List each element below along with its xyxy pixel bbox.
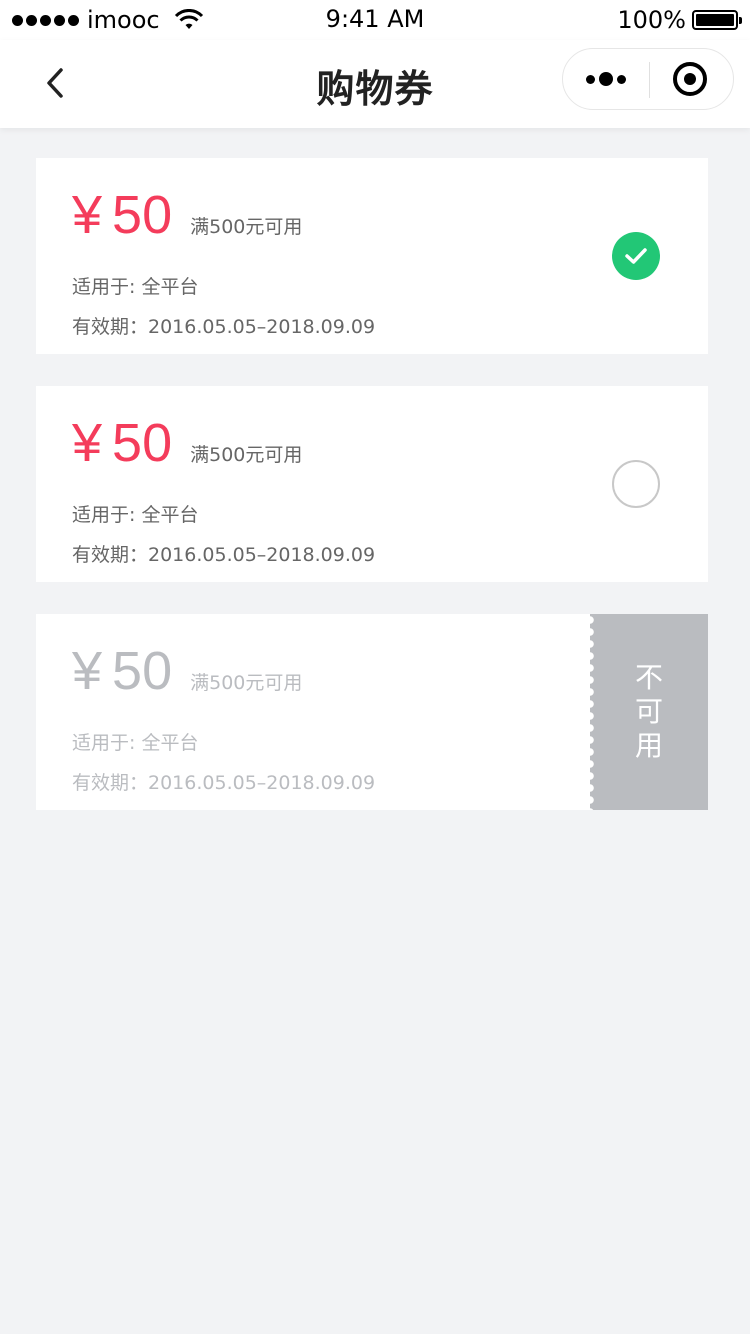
close-program-button[interactable] — [647, 49, 733, 109]
battery-icon — [692, 10, 742, 30]
coupon-card-unavailable: ¥50 满500元可用 适用于: 全平台 有效期：2016.05.05–2018… — [36, 614, 708, 810]
coupon-validity: 有效期：2016.05.05–2018.09.09 — [72, 772, 376, 794]
coupon-amount-row: ¥50 满500元可用 — [72, 640, 302, 702]
coupon-scope: 适用于: 全平台 — [72, 732, 199, 754]
more-button[interactable] — [563, 49, 649, 109]
coupon-card[interactable]: ¥50 满500元可用 适用于: 全平台 有效期：2016.05.05–2018… — [36, 386, 708, 582]
close-target-icon — [673, 62, 707, 96]
perforated-edge — [586, 614, 594, 810]
coupon-scope: 适用于: 全平台 — [72, 276, 199, 298]
battery-status: 100% — [617, 6, 742, 34]
coupon-validity: 有效期：2016.05.05–2018.09.09 — [72, 544, 376, 566]
coupon-validity: 有效期：2016.05.05–2018.09.09 — [72, 316, 376, 338]
unavailable-label: 不可用 — [635, 661, 664, 762]
battery-percent: 100% — [617, 6, 686, 34]
selected-check-icon[interactable] — [612, 232, 660, 280]
coupon-scope: 适用于: 全平台 — [72, 504, 199, 526]
mini-program-capsule — [562, 48, 734, 110]
coupon-amount-row: ¥50 满500元可用 — [72, 184, 302, 246]
coupon-condition: 满500元可用 — [190, 216, 303, 238]
coupon-condition: 满500元可用 — [190, 672, 303, 694]
coupon-amount-row: ¥50 满500元可用 — [72, 412, 302, 474]
coupon-amount: ¥50 — [72, 413, 173, 473]
coupon-amount: ¥50 — [72, 641, 173, 701]
more-dots-icon — [584, 72, 628, 86]
unavailable-stub: 不可用 — [590, 614, 708, 810]
unselected-radio-icon[interactable] — [612, 460, 660, 508]
coupon-amount: ¥50 — [72, 185, 173, 245]
navigation-bar: 购物券 — [0, 40, 750, 128]
coupon-card[interactable]: ¥50 满500元可用 适用于: 全平台 有效期：2016.05.05–2018… — [36, 158, 708, 354]
coupon-condition: 满500元可用 — [190, 444, 303, 466]
status-bar: imooc 9:41 AM 100% — [0, 0, 750, 40]
